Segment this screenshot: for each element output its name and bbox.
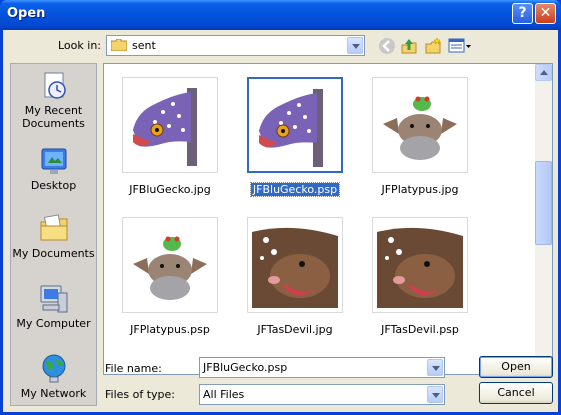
file-list[interactable]: JFBluGecko.jpg JFBluGecko.psp JFPlatypus.j… <box>103 63 553 375</box>
folder-icon <box>111 39 127 51</box>
file-thumbnail[interactable] <box>122 77 218 173</box>
file-thumbnail[interactable] <box>247 77 343 173</box>
file-name-text: JFTasDevil.jpg <box>257 323 333 336</box>
file-name-text: JFTasDevil.psp <box>381 323 459 336</box>
platypus-image <box>383 96 457 160</box>
file-item[interactable]: JFBluGecko.psp <box>239 77 349 207</box>
recent-documents-icon <box>44 72 66 99</box>
file-item[interactable]: JFPlatypus.psp <box>114 217 224 347</box>
places-bar: My Recent Documents Desktop My Documents <box>10 63 97 406</box>
file-thumbnail[interactable] <box>122 217 218 313</box>
file-thumbnail[interactable] <box>247 217 343 313</box>
place-label: My Recent Documents <box>22 104 85 130</box>
place-label: Desktop <box>30 179 77 192</box>
gecko-image <box>133 88 197 166</box>
my-documents-icon <box>40 214 68 241</box>
file-name-text: JFBluGecko.jpg <box>129 183 211 196</box>
scroll-up-button[interactable] <box>535 64 552 81</box>
place-my-documents[interactable]: My Documents <box>11 209 96 277</box>
place-label: My Computer <box>16 317 91 330</box>
files-of-type-dropdown[interactable]: All Files <box>199 384 445 405</box>
gecko-image <box>259 89 323 167</box>
files-of-type-label: Files of type: <box>105 388 176 401</box>
files-of-type-value: All Files <box>203 388 245 401</box>
platypus-image <box>133 236 207 300</box>
new-folder-icon[interactable] <box>424 37 442 55</box>
place-label: My Documents <box>12 247 95 260</box>
my-computer-icon <box>40 285 68 313</box>
look-in-dropdown[interactable]: sent <box>106 35 365 56</box>
file-name-text: JFPlatypus.jpg <box>381 183 459 196</box>
help-button[interactable]: ? <box>512 3 533 24</box>
file-item[interactable]: JFPlatypus.jpg <box>364 77 474 207</box>
cancel-button[interactable]: Cancel <box>479 382 553 404</box>
file-name-label[interactable]: JFPlatypus.psp <box>114 323 226 336</box>
file-name-label[interactable]: JFPlatypus.jpg <box>364 183 476 196</box>
file-name-label[interactable]: JFBluGecko.psp <box>239 182 351 197</box>
file-name-label[interactable]: JFTasDevil.jpg <box>239 323 351 336</box>
window-title: Open <box>7 6 46 21</box>
close-button[interactable]: ✕ <box>535 3 556 24</box>
tasdevil-image <box>377 222 463 308</box>
back-icon[interactable] <box>378 37 396 55</box>
open-button[interactable]: Open <box>479 356 553 378</box>
place-my-recent-documents[interactable]: My Recent Documents <box>11 66 96 134</box>
title-bar[interactable]: Open ? ✕ <box>0 0 561 30</box>
file-item[interactable]: JFTasDevil.jpg <box>239 217 349 347</box>
up-folder-icon[interactable] <box>400 37 418 55</box>
file-name-label[interactable]: JFTasDevil.psp <box>364 323 476 336</box>
file-thumbnail[interactable] <box>372 217 468 313</box>
file-thumbnail[interactable] <box>372 77 468 173</box>
file-item[interactable]: JFTasDevil.psp <box>364 217 474 347</box>
file-name-text: JFBluGecko.psp <box>249 182 341 197</box>
desktop-icon <box>41 148 67 174</box>
tasdevil-image <box>252 222 338 308</box>
file-name-input[interactable]: JFBluGecko.psp <box>199 357 445 378</box>
place-my-computer[interactable]: My Computer <box>11 279 96 347</box>
place-desktop[interactable]: Desktop <box>11 141 96 209</box>
look-in-value: sent <box>132 39 156 52</box>
vertical-scrollbar[interactable] <box>535 64 552 374</box>
place-label: My Network <box>20 387 87 400</box>
file-name-value: JFBluGecko.psp <box>203 361 288 374</box>
open-dialog: Open ? ✕ Look in: sent My Recent Documen… <box>0 0 561 415</box>
chevron-down-icon[interactable] <box>427 386 443 403</box>
chevron-down-icon[interactable] <box>427 359 443 376</box>
dialog-body: Look in: sent My Recent Documents Deskto… <box>3 30 558 412</box>
views-menu-icon[interactable] <box>448 37 472 55</box>
my-network-icon <box>42 354 66 383</box>
file-name-label: File name: <box>105 362 162 375</box>
file-name-label[interactable]: JFBluGecko.jpg <box>114 183 226 196</box>
place-my-network[interactable]: My Network <box>11 349 96 405</box>
file-name-text: JFPlatypus.psp <box>130 323 210 336</box>
look-in-label: Look in: <box>58 39 101 52</box>
scroll-thumb[interactable] <box>535 161 552 245</box>
chevron-down-icon[interactable] <box>347 37 363 54</box>
file-item[interactable]: JFBluGecko.jpg <box>114 77 224 207</box>
